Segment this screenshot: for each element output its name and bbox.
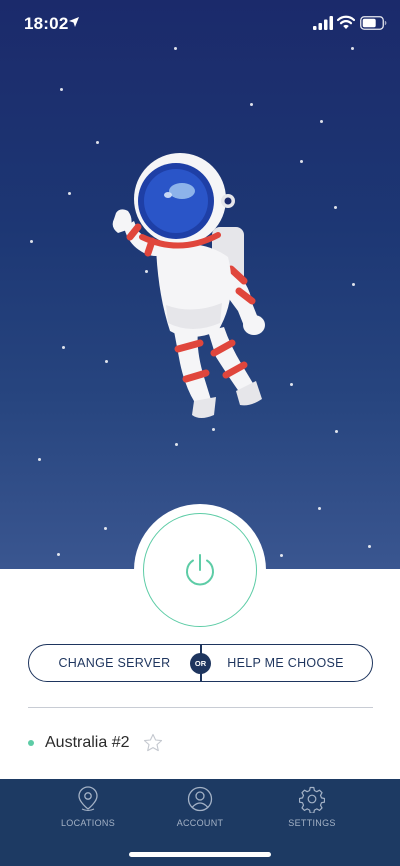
astronaut-illustration <box>112 153 265 418</box>
current-server-row: Australia #2 <box>28 731 163 755</box>
star <box>318 507 321 510</box>
location-pin-icon <box>78 786 98 812</box>
star <box>290 383 293 386</box>
battery-icon <box>360 16 387 30</box>
star <box>352 283 355 286</box>
change-server-button[interactable]: CHANGE SERVER <box>29 645 200 681</box>
star <box>300 160 303 163</box>
star <box>212 428 215 431</box>
tab-label: ACCOUNT <box>176 818 224 828</box>
divider <box>28 707 373 708</box>
star <box>57 553 60 556</box>
user-icon <box>187 786 213 812</box>
star <box>96 141 99 144</box>
status-time: 18:02 <box>24 14 69 33</box>
tab-label: SETTINGS <box>288 818 336 828</box>
star <box>368 545 371 548</box>
star <box>175 443 178 446</box>
star <box>38 458 41 461</box>
star <box>334 206 337 209</box>
tab-locations[interactable]: LOCATIONS <box>38 785 138 828</box>
cellular-signal-icon <box>313 16 333 30</box>
home-indicator <box>129 852 271 857</box>
server-name[interactable]: Australia #2 <box>45 734 130 752</box>
star <box>335 430 338 433</box>
star <box>250 103 253 106</box>
star <box>104 527 107 530</box>
star <box>60 88 63 91</box>
power-icon <box>186 554 214 586</box>
star <box>68 192 71 195</box>
gear-icon <box>299 786 325 813</box>
tab-label: LOCATIONS <box>60 818 116 828</box>
status-bar: 18:02 <box>0 0 400 48</box>
tab-account[interactable]: ACCOUNT <box>150 785 250 828</box>
star-outline-icon[interactable] <box>143 733 163 753</box>
tab-settings[interactable]: SETTINGS <box>262 785 362 828</box>
server-choice-toggle: CHANGE SERVER HELP ME CHOOSE OR <box>28 644 373 682</box>
star <box>62 346 65 349</box>
help-me-choose-button[interactable]: HELP ME CHOOSE <box>200 645 371 681</box>
connect-button[interactable] <box>143 513 257 627</box>
star <box>280 554 283 557</box>
star <box>320 120 323 123</box>
wifi-icon <box>337 15 355 29</box>
server-status-dot <box>28 740 34 746</box>
location-arrow-icon <box>69 17 79 27</box>
or-badge: OR <box>190 653 211 674</box>
star <box>30 240 33 243</box>
